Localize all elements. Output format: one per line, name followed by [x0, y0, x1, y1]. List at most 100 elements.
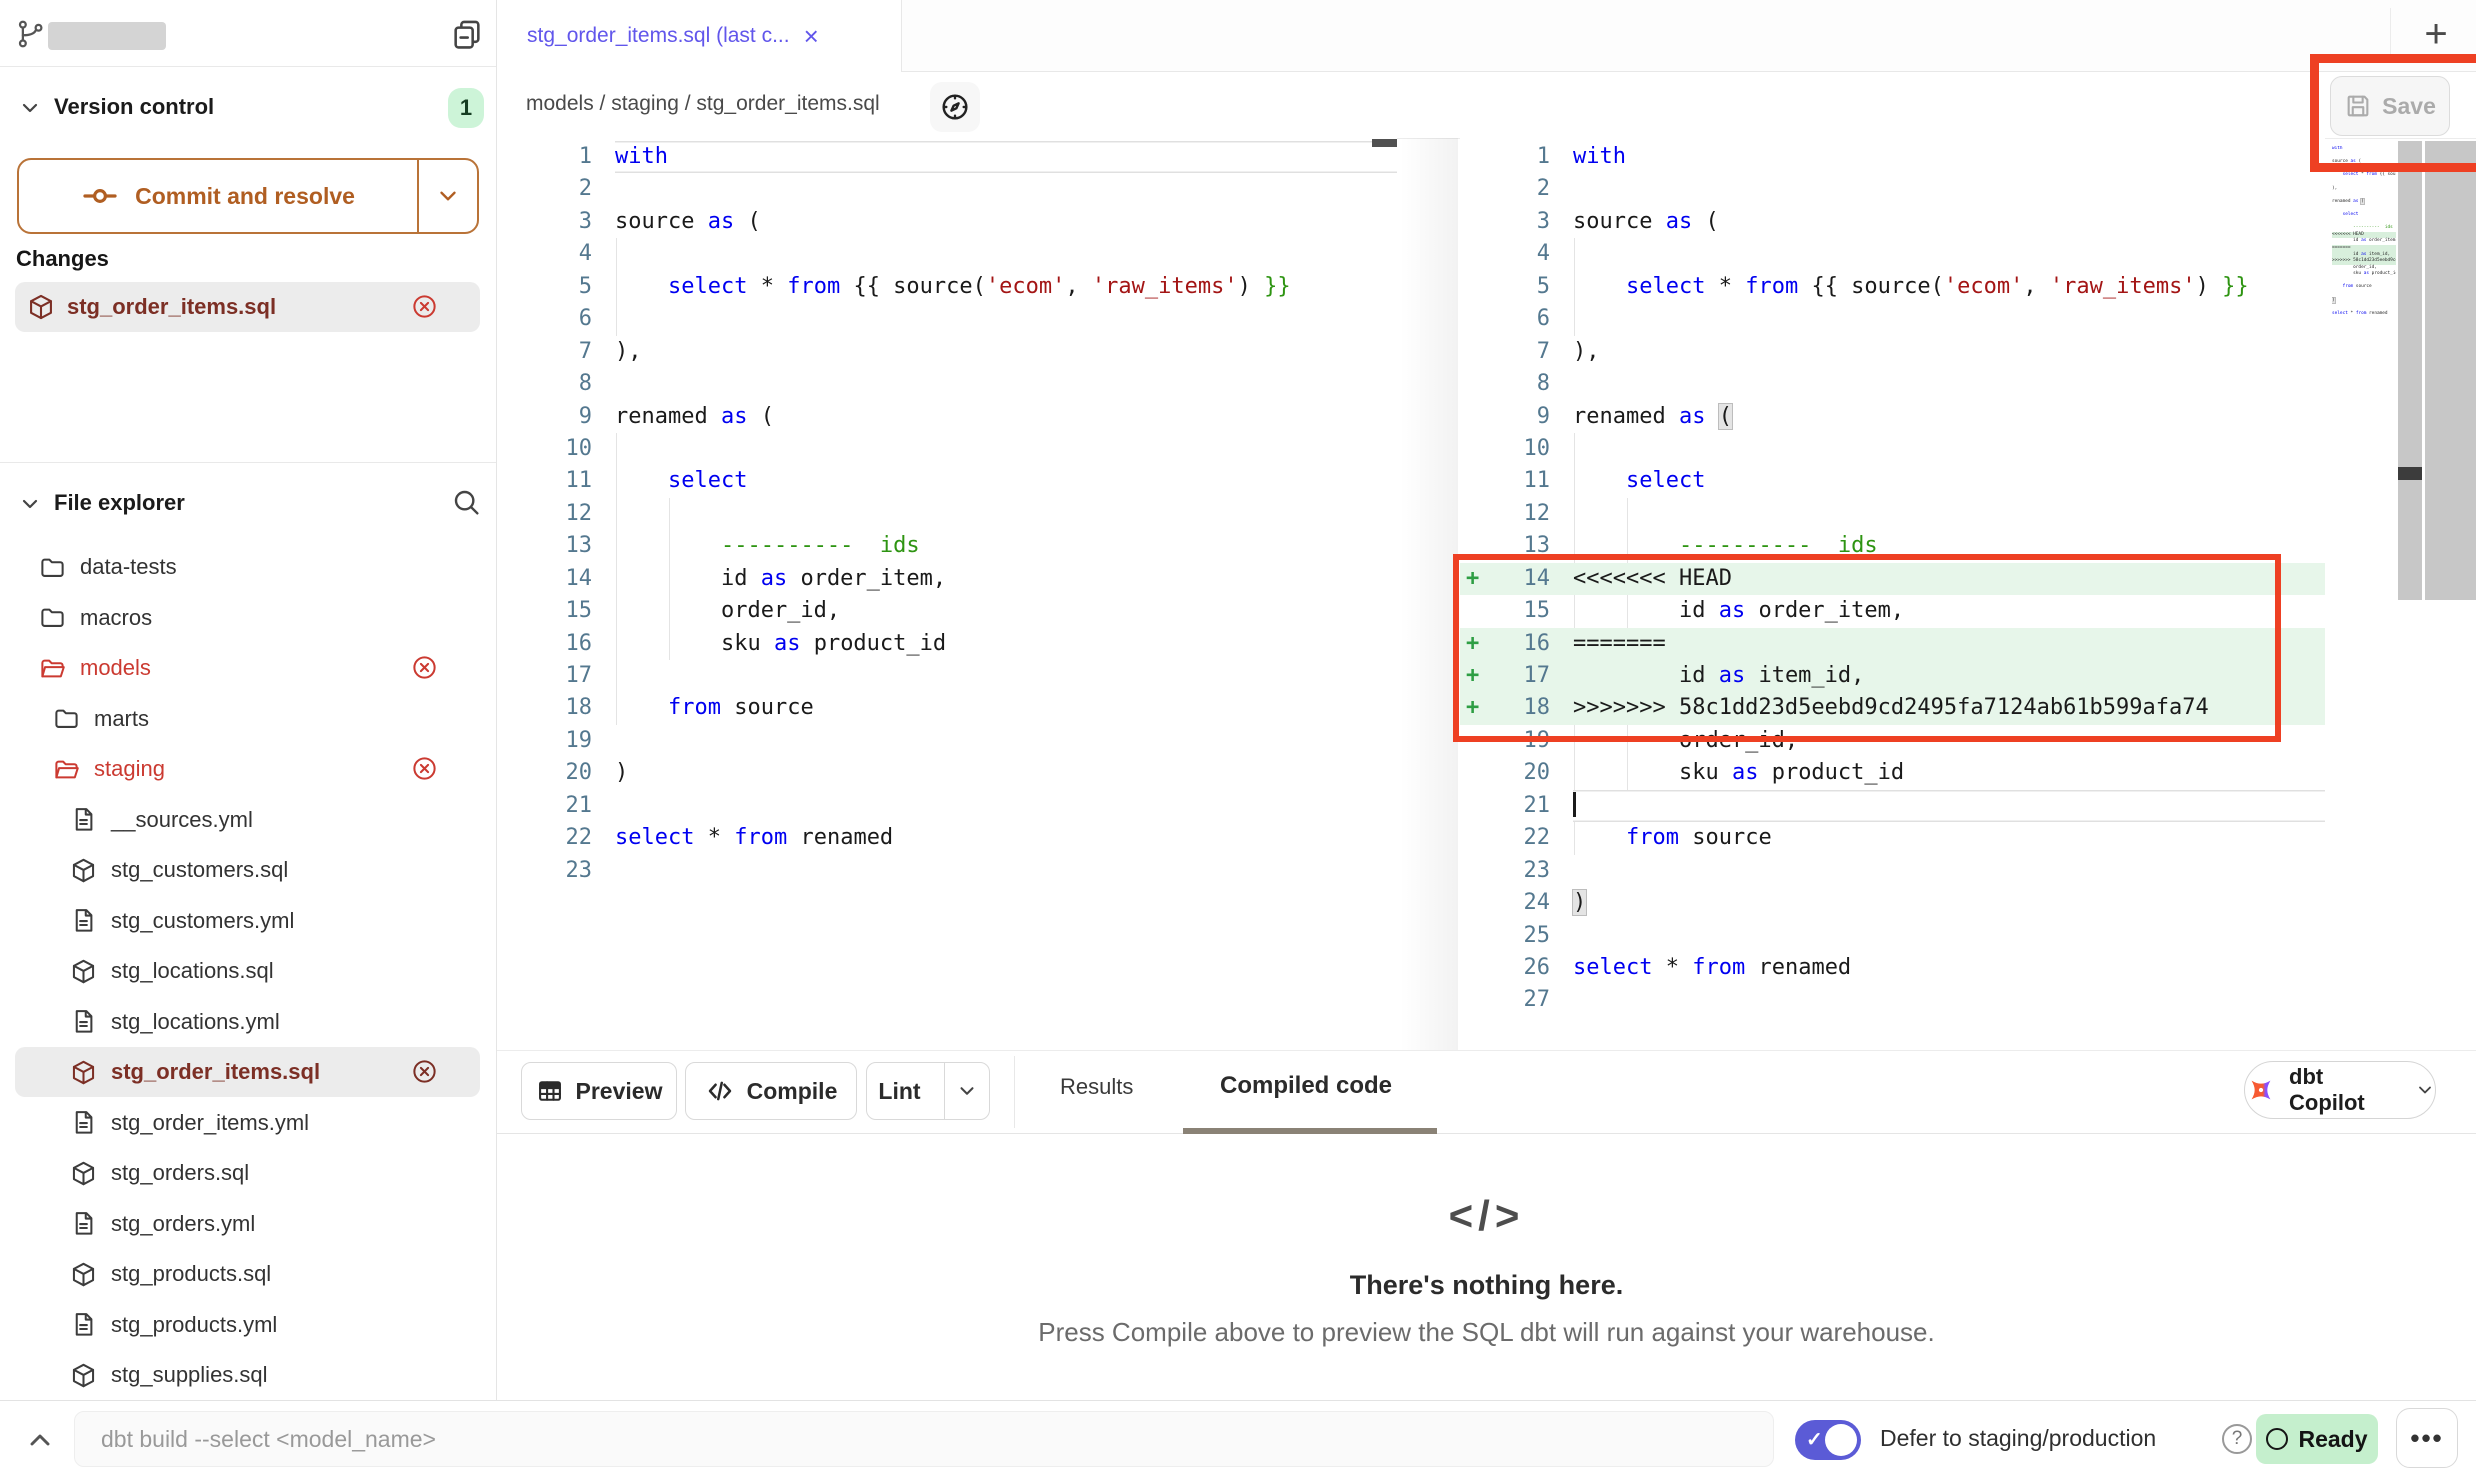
commit-and-resolve-main[interactable]: Commit and resolve	[19, 160, 417, 232]
code-line-13[interactable]: 13 ---------- ids	[1460, 530, 2325, 562]
code-text[interactable]	[615, 660, 1397, 692]
code-text[interactable]: id as order_item,	[615, 563, 1397, 595]
tab-compiled-code[interactable]: Compiled code	[1220, 1072, 1392, 1100]
code-line-12[interactable]: 12	[497, 498, 1397, 530]
file-row-stg_products.sql[interactable]: stg_products.sql	[15, 1249, 480, 1299]
code-line-25[interactable]: 25	[1460, 920, 2325, 952]
file-row-stg_orders.sql[interactable]: stg_orders.sql	[15, 1148, 480, 1198]
chevron-down-icon[interactable]	[18, 96, 42, 120]
code-line-3[interactable]: 3source as (	[1460, 206, 2325, 238]
code-line-8[interactable]: 8	[497, 368, 1397, 400]
code-line-3[interactable]: 3source as (	[497, 206, 1397, 238]
code-line-14[interactable]: +14<<<<<<< HEAD	[1460, 563, 2325, 595]
code-line-4[interactable]: 4	[1460, 238, 2325, 270]
minimap[interactable]: withsource as ( select * from {{ source(…	[2332, 146, 2396, 341]
conflict-icon[interactable]	[411, 1058, 438, 1085]
code-line-18[interactable]: +18>>>>>>> 58c1dd23d5eebd9cd2495fa7124ab…	[1460, 692, 2325, 724]
code-text[interactable]: renamed as (	[615, 401, 1397, 433]
commit-dropdown-button[interactable]	[417, 160, 477, 232]
code-text[interactable]: select * from renamed	[615, 822, 1397, 854]
code-line-19[interactable]: 19 order_id,	[1460, 725, 2325, 757]
command-input[interactable]: dbt build --select <model_name>	[74, 1411, 1774, 1467]
code-line-12[interactable]: 12	[1460, 498, 2325, 530]
code-text[interactable]	[1573, 238, 2325, 270]
code-line-8[interactable]: 8	[1460, 368, 2325, 400]
file-row-data-tests[interactable]: data-tests	[15, 542, 480, 592]
left-editor-scrollbar-thumb[interactable]	[1372, 139, 1397, 147]
code-line-13[interactable]: 13 ---------- ids	[497, 530, 1397, 562]
code-line-9[interactable]: 9renamed as (	[1460, 401, 2325, 433]
editor-scrollbar-thumb[interactable]	[2398, 467, 2422, 480]
code-text[interactable]: sku as product_id	[1573, 757, 2325, 789]
code-line-5[interactable]: 5 select * from {{ source('ecom', 'raw_i…	[1460, 271, 2325, 303]
code-line-22[interactable]: 22select * from renamed	[497, 822, 1397, 854]
conflict-icon[interactable]	[411, 654, 438, 681]
save-button[interactable]: Save	[2330, 76, 2450, 136]
code-text[interactable]: ---------- ids	[1573, 530, 2325, 562]
file-row-stg_supplies.sql[interactable]: stg_supplies.sql	[15, 1350, 480, 1400]
editor-pane-left[interactable]: 1with23source as (45 select * from {{ so…	[497, 138, 1397, 1050]
code-text[interactable]	[1573, 920, 2325, 952]
code-line-15[interactable]: 15 order_id,	[497, 595, 1397, 627]
file-row-stg_locations.sql[interactable]: stg_locations.sql	[15, 946, 480, 996]
code-line-23[interactable]: 23	[497, 855, 1397, 887]
file-row-stg_customers.yml[interactable]: stg_customers.yml	[15, 896, 480, 946]
code-text[interactable]: with	[615, 141, 1397, 173]
code-text[interactable]: select	[1573, 465, 2325, 497]
more-options-button[interactable]: •••	[2396, 1408, 2458, 1468]
file-row-__sources.yml[interactable]: __sources.yml	[15, 795, 480, 845]
code-text[interactable]	[615, 790, 1397, 822]
code-line-11[interactable]: 11 select	[1460, 465, 2325, 497]
code-text[interactable]: with	[1573, 141, 2325, 173]
code-text[interactable]: from source	[615, 692, 1397, 724]
chevron-down-icon[interactable]	[18, 492, 42, 516]
preview-button[interactable]: Preview	[521, 1062, 677, 1120]
code-line-24[interactable]: 24)	[1460, 887, 2325, 919]
code-text[interactable]: <<<<<<< HEAD	[1573, 563, 2325, 595]
code-text[interactable]: from source	[1573, 822, 2325, 854]
lint-dropdown-button[interactable]	[944, 1063, 989, 1119]
file-row-stg_orders.yml[interactable]: stg_orders.yml	[15, 1199, 480, 1249]
dbt-copilot-button[interactable]: dbt Copilot	[2244, 1061, 2436, 1119]
code-text[interactable]: sku as product_id	[615, 628, 1397, 660]
file-row-stg_customers.sql[interactable]: stg_customers.sql	[15, 845, 480, 895]
changed-file-row[interactable]: stg_order_items.sql	[15, 282, 480, 332]
code-text[interactable]: source as (	[1573, 206, 2325, 238]
code-text[interactable]: =======	[1573, 628, 2325, 660]
close-icon[interactable]: ×	[804, 23, 819, 49]
code-line-19[interactable]: 19	[497, 725, 1397, 757]
code-line-6[interactable]: 6	[1460, 303, 2325, 335]
code-text[interactable]: ),	[615, 336, 1397, 368]
file-row-models[interactable]: models	[15, 643, 480, 693]
code-text[interactable]	[1573, 498, 2325, 530]
code-line-10[interactable]: 10	[1460, 433, 2325, 465]
code-line-23[interactable]: 23	[1460, 855, 2325, 887]
code-line-21[interactable]: 21	[1460, 790, 2325, 822]
code-text[interactable]	[1573, 173, 2325, 205]
code-line-14[interactable]: 14 id as order_item,	[497, 563, 1397, 595]
search-icon[interactable]	[450, 486, 482, 518]
code-line-16[interactable]: +16=======	[1460, 628, 2325, 660]
code-line-17[interactable]: 17	[497, 660, 1397, 692]
tab-results[interactable]: Results	[1060, 1074, 1133, 1100]
code-text[interactable]	[615, 855, 1397, 887]
new-tab-button[interactable]: +	[2414, 12, 2458, 56]
code-line-7[interactable]: 7),	[1460, 336, 2325, 368]
help-icon[interactable]: ?	[2222, 1424, 2252, 1454]
code-line-9[interactable]: 9renamed as (	[497, 401, 1397, 433]
code-text[interactable]	[615, 498, 1397, 530]
editor-pane-right[interactable]: 1with23source as (45 select * from {{ so…	[1460, 138, 2325, 1050]
code-line-18[interactable]: 18 from source	[497, 692, 1397, 724]
defer-toggle[interactable]: ✓	[1795, 1420, 1861, 1460]
code-text[interactable]: order_id,	[1573, 725, 2325, 757]
editor-scrollbar-track[interactable]	[2398, 141, 2422, 600]
file-row-stg_locations.yml[interactable]: stg_locations.yml	[15, 997, 480, 1047]
code-line-7[interactable]: 7),	[497, 336, 1397, 368]
file-row-stg_order_items.sql[interactable]: stg_order_items.sql	[15, 1047, 480, 1097]
lineage-button[interactable]	[930, 82, 980, 132]
code-text[interactable]	[1573, 303, 2325, 335]
code-line-20[interactable]: 20 sku as product_id	[1460, 757, 2325, 789]
code-text[interactable]: )	[615, 757, 1397, 789]
outer-scrollbar-track[interactable]	[2425, 141, 2476, 600]
code-line-5[interactable]: 5 select * from {{ source('ecom', 'raw_i…	[497, 271, 1397, 303]
